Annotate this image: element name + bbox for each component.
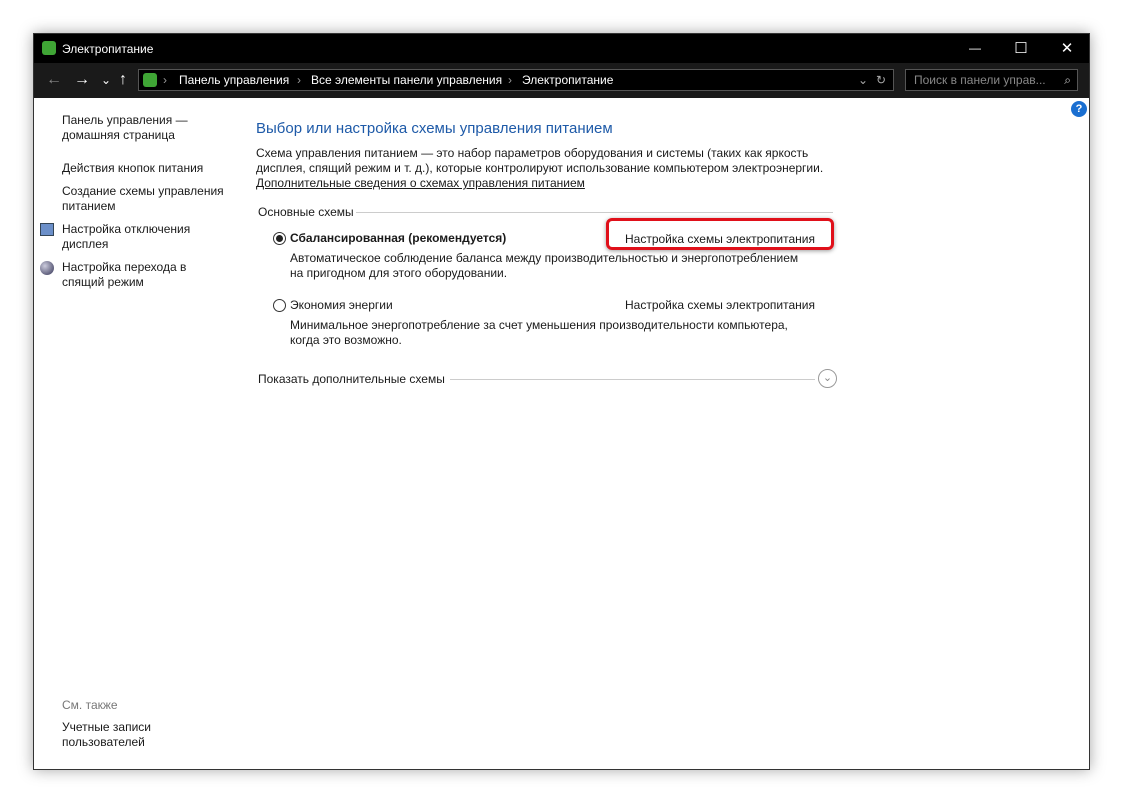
plan-description: когда это возможно. [290,333,402,347]
plan-name: Экономия энергии [290,298,393,312]
divider [356,212,833,213]
sidebar-display-off-link[interactable]: дисплея [62,237,108,252]
see-also-heading: См. также [62,698,118,712]
search-placeholder: Поиск в панели управ... [914,73,1046,87]
description: Схема управления питанием — это набор па… [256,146,809,160]
power-options-icon [143,73,157,87]
sidebar-display-off-link[interactable]: Настройка отключения [62,222,190,237]
show-more-plans-label[interactable]: Показать дополнительные схемы [258,371,445,387]
divider [450,379,815,380]
breadcrumb-control-panel[interactable]: Панель управления [179,70,289,90]
breadcrumb-all-items[interactable]: Все элементы панели управления [311,70,502,90]
sidebar-home-link[interactable]: домашняя страница [62,128,175,143]
more-info-link[interactable]: Дополнительные сведения о схемах управле… [256,175,585,191]
power-options-icon [42,41,56,55]
sidebar-sleep-link[interactable]: Настройка перехода в [62,260,186,275]
breadcrumb-separator: › [508,73,512,87]
sidebar-home-link[interactable]: Панель управления — [62,113,188,128]
window-title: Электропитание [62,42,154,56]
minimize-button[interactable]: — [952,34,998,63]
address-path[interactable]: › Панель управления › Все элементы панел… [138,69,894,91]
sidebar-sleep-link[interactable]: спящий режим [62,275,144,290]
breadcrumb-separator: › [163,73,167,87]
up-button[interactable]: ↑ [119,71,127,89]
search-input[interactable]: Поиск в панели управ... ⌕ [905,69,1078,91]
refresh-button[interactable]: ↻ [876,70,886,90]
breadcrumb-separator: › [297,73,301,87]
chevron-down-icon[interactable]: ⌄ [818,369,837,388]
help-icon[interactable]: ? [1071,101,1087,117]
user-accounts-link[interactable]: пользователей [62,735,145,750]
sleep-icon [40,261,54,275]
balanced-radio[interactable] [273,232,286,245]
breadcrumb-power-options[interactable]: Электропитание [522,70,613,90]
recent-locations-button[interactable]: ⌄ [101,73,111,87]
maximize-button[interactable]: ☐ [998,34,1044,63]
sidebar-create-plan-link[interactable]: Создание схемы управления [62,184,224,199]
search-icon: ⌕ [1064,73,1071,87]
page-title: Выбор или настройка схемы управления пит… [256,120,613,137]
title-bar: Электропитание — ☐ ✕ [34,34,1089,63]
display-icon [40,223,54,236]
plan-description: на пригодном для этого оборудовании. [290,266,508,280]
forward-button[interactable]: → [74,71,90,89]
back-button[interactable]: ← [46,71,62,89]
power-saver-radio[interactable] [273,299,286,312]
address-dropdown-button[interactable]: ⌄ [858,70,868,90]
plan-settings-link[interactable]: Настройка схемы электропитания [625,297,815,313]
sidebar-create-plan-link[interactable]: питанием [62,199,116,214]
sidebar-power-buttons-link[interactable]: Действия кнопок питания [62,161,203,176]
user-accounts-link[interactable]: Учетные записи [62,720,151,735]
description: дисплея, спящий режим и т. д.), которые … [256,161,824,175]
plan-description: Минимальное энергопотребление за счет ум… [290,318,788,332]
plan-description: Автоматическое соблюдение баланса между … [290,251,799,265]
plan-name: Сбалансированная (рекомендуется) [290,231,507,245]
highlight-box [606,218,834,250]
close-button[interactable]: ✕ [1044,34,1090,63]
window: Электропитание — ☐ ✕ ← → ⌄ ↑ › Панель уп… [33,33,1090,770]
group-heading: Основные схемы [258,205,354,219]
address-bar-area: ← → ⌄ ↑ › Панель управления › Все элемен… [34,63,1089,98]
